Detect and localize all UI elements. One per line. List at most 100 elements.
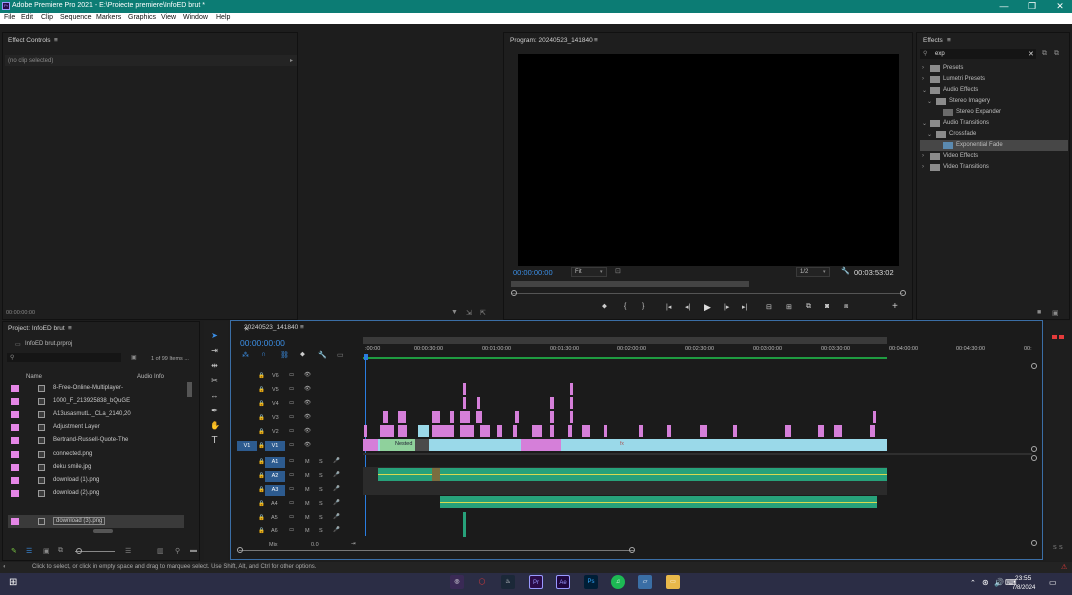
eye-icon[interactable]: 👁 [304, 414, 311, 420]
timeline-hscroll[interactable] [239, 550, 634, 551]
zoom-slider-handle[interactable] [76, 548, 82, 554]
32bit-effects-icon[interactable]: ⧉ [1054, 50, 1059, 58]
v3-clip[interactable] [398, 411, 406, 423]
v5-clip[interactable] [463, 383, 466, 395]
v2-clip[interactable] [733, 425, 737, 437]
type-tool-icon[interactable]: T [210, 436, 219, 446]
step-back-icon[interactable]: ◂| [685, 303, 690, 311]
mark-in-icon[interactable]: { [624, 303, 626, 310]
sync-lock-icon[interactable]: ▭ [289, 500, 294, 506]
new-bin-icon[interactable]: ▣ [131, 354, 137, 361]
video-audio-divider[interactable] [363, 453, 1032, 455]
v2-clip[interactable] [639, 425, 643, 437]
eye-icon[interactable]: 👁 [304, 372, 311, 378]
tray-time[interactable]: 23:55 [1015, 575, 1031, 582]
settings-wrench-icon[interactable]: ⊡ [615, 267, 621, 275]
solo-button[interactable]: S [319, 515, 323, 521]
timeline-settings-wrench-icon[interactable]: 🔧 [318, 351, 327, 359]
maximize-button[interactable]: ❐ [1018, 0, 1046, 13]
taskbar-app-icon[interactable]: ◎ [450, 575, 464, 589]
program-scrub-track[interactable] [511, 293, 903, 294]
v2-clip[interactable] [604, 425, 607, 437]
new-bin-icon[interactable]: ■ [1037, 309, 1041, 316]
effects-tree-item[interactable]: Stereo Expander [920, 107, 1068, 118]
v3-clip[interactable] [450, 411, 454, 423]
project-item[interactable]: connected.png [8, 448, 184, 461]
v3-clip[interactable] [476, 411, 482, 423]
freeform-view-icon[interactable]: ⧉ [58, 547, 63, 555]
compare-view-icon[interactable]: ⧉ [806, 303, 811, 311]
lock-icon[interactable]: 🔒 [258, 387, 265, 393]
taskbar-steam-icon[interactable]: ♨ [501, 575, 515, 589]
v3-clip[interactable] [873, 411, 876, 423]
track-target-v1[interactable]: V1 [265, 441, 285, 451]
timeline-title[interactable]: 20240523_141840 [244, 324, 298, 331]
solo-button[interactable]: S [319, 459, 323, 465]
mark-out-icon[interactable]: } [642, 303, 644, 310]
accelerated-effects-icon[interactable]: ⧉ [1042, 50, 1047, 58]
v3-clip[interactable] [515, 411, 519, 423]
meter-clip-right[interactable] [1059, 335, 1064, 339]
voice-over-icon[interactable]: 🎤 [333, 514, 340, 520]
mute-button[interactable]: M [305, 501, 310, 507]
v4-clip[interactable] [550, 397, 554, 409]
a4-volume-rubberband[interactable] [440, 502, 877, 503]
v3-clip[interactable] [550, 411, 554, 423]
taskbar-premiere-icon[interactable]: Pr [529, 575, 543, 589]
v2-clip[interactable] [432, 425, 454, 437]
v2-clip[interactable] [870, 425, 875, 437]
new-bin-icon[interactable]: ▬ [190, 547, 197, 554]
effects-tree-item[interactable]: › Presets [920, 63, 1068, 74]
eye-icon[interactable]: 👁 [304, 442, 311, 448]
mute-button[interactable]: M [305, 473, 310, 479]
column-name[interactable]: Name [26, 374, 42, 380]
menu-view[interactable]: View [161, 14, 176, 21]
effects-tree-item-selected[interactable]: Exponential Fade [920, 140, 1068, 151]
solo-button[interactable]: S [319, 473, 323, 479]
pencil-icon[interactable]: ✎ [11, 547, 17, 555]
v3-clip[interactable] [383, 411, 388, 423]
v2-clip[interactable] [480, 425, 490, 437]
nest-icon[interactable]: ⁂ [242, 351, 249, 359]
sort-icon[interactable]: ☰ [125, 547, 131, 555]
menu-window[interactable]: Window [183, 14, 208, 21]
windows-start-icon[interactable]: ⊞ [9, 577, 17, 588]
multicam-icon[interactable]: ⧈ [844, 303, 848, 311]
pen-tool-icon[interactable]: ✒ [210, 406, 219, 415]
v2-clip[interactable] [785, 425, 791, 437]
work-area-bar[interactable] [363, 337, 887, 344]
linked-selection-icon[interactable]: ⛓ [280, 351, 289, 359]
tray-chevron-up-icon[interactable]: ⌃ [970, 579, 976, 587]
tray-network-icon[interactable]: ⊛ [982, 578, 989, 587]
project-search-input[interactable]: ⚲ [7, 353, 121, 362]
program-menu-icon[interactable]: ≡ [594, 37, 598, 44]
tray-date[interactable]: 7/8/2024 [1012, 585, 1035, 591]
button-editor-plus-icon[interactable]: + [892, 301, 898, 312]
lock-icon[interactable]: 🔒 [258, 528, 265, 534]
sync-lock-icon[interactable]: ▭ [289, 486, 294, 492]
effect-controls-menu-icon[interactable]: ≡ [54, 37, 58, 44]
v2-clip[interactable] [380, 425, 394, 437]
sync-lock-icon[interactable]: ▭ [289, 472, 294, 478]
sync-lock-icon[interactable]: ▭ [289, 527, 294, 533]
add-marker-icon[interactable]: ⬥ [300, 351, 305, 359]
program-zoom-bar[interactable] [511, 281, 749, 287]
effects-title[interactable]: Effects [923, 37, 943, 44]
effects-tree-item[interactable]: ⌄ Stereo Imagery [920, 96, 1068, 107]
sync-lock-icon[interactable]: ▭ [289, 428, 294, 434]
taskbar-spotify-icon[interactable]: ♫ [611, 575, 625, 589]
effects-tree-item[interactable]: › Video Transitions [920, 162, 1068, 173]
source-patch-v1[interactable]: V1 [237, 441, 257, 451]
project-title[interactable]: Project: InfoED brut [8, 325, 65, 332]
close-button[interactable]: ✕ [1046, 0, 1072, 13]
v2-clip[interactable] [550, 425, 554, 437]
project-item[interactable]: Bertrand-Russell-Quote-The [8, 434, 184, 447]
v1-pink-clip[interactable] [363, 439, 378, 451]
extract-icon[interactable]: ⊞ [786, 303, 792, 311]
effects-search-input[interactable]: ⚲ exp ✕ [920, 49, 1036, 59]
v4-clip[interactable] [477, 397, 480, 409]
icon-view-icon[interactable]: ▣ [43, 547, 50, 555]
v2-clip[interactable] [568, 425, 572, 437]
taskbar-after-effects-icon[interactable]: Ae [556, 575, 570, 589]
a2-volume-rubberband[interactable] [378, 474, 887, 475]
